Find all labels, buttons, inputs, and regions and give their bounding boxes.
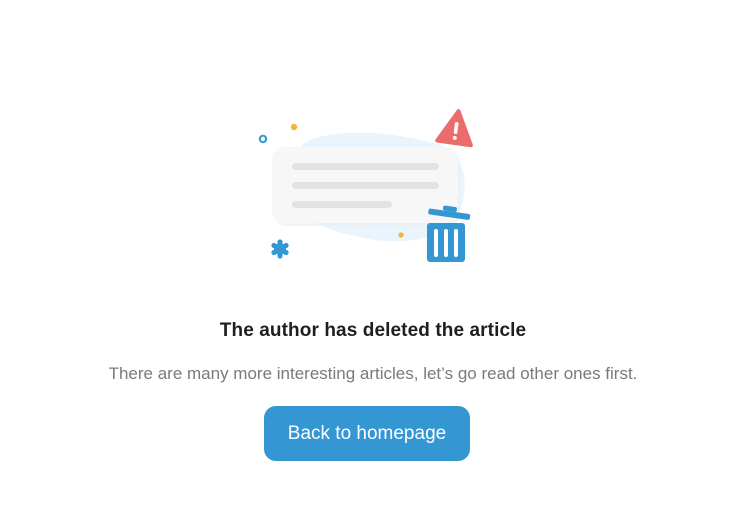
text-line [292,182,439,189]
deleted-article-illustration [258,109,473,262]
warning-icon [435,109,473,148]
back-to-homepage-button[interactable]: Back to homepage [264,406,470,461]
gear-icon [271,239,289,259]
text-line [292,201,392,208]
orange-dot [290,123,298,131]
ring-dot [258,134,268,144]
trash-icon [427,205,471,262]
deleted-article-page: The author has deleted the article There… [0,0,746,508]
page-title: The author has deleted the article [219,320,527,341]
orange-dot [398,232,404,238]
text-line [292,163,439,170]
page-subtitle: There are many more interesting articles… [108,364,638,383]
